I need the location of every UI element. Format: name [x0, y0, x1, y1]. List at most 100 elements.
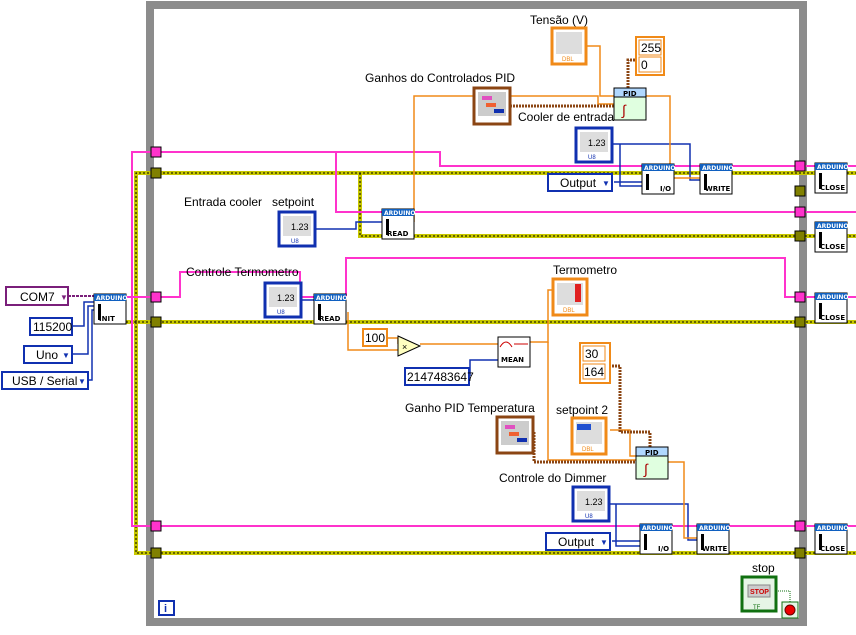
- arduino-header: ARDUINO: [642, 525, 673, 532]
- pid-gains-cluster-control[interactable]: [472, 86, 512, 126]
- arduino-close-node[interactable]: ARDUINO CLOSE: [814, 292, 848, 324]
- label-controle-dimmer: Controle do Dimmer: [499, 471, 606, 485]
- close-label: CLOSE: [820, 243, 845, 251]
- limit-min: 30: [585, 347, 599, 361]
- thermometer-level: [575, 284, 581, 302]
- arduino-write-icon: [704, 174, 707, 190]
- limits-array-1[interactable]: 255 0: [635, 36, 665, 76]
- pid-temperature-gains-cluster-control[interactable]: [495, 415, 535, 455]
- numeric-control-u8[interactable]: 1.23 U8: [571, 485, 611, 523]
- baud-rate-value: 115200: [33, 320, 72, 334]
- arduino-io-node[interactable]: ARDUINO I/O: [641, 163, 675, 195]
- numeric-icon: 1.23: [585, 497, 603, 507]
- arduino-close-node[interactable]: ARDUINO CLOSE: [814, 162, 848, 194]
- bool-wire: [776, 590, 791, 602]
- loop-tunnel: [150, 167, 162, 179]
- multiply-icon: ×: [402, 342, 407, 352]
- info-glyph: i: [164, 603, 167, 615]
- loop-condition-icon[interactable]: [781, 601, 799, 619]
- connection-value: USB / Serial: [12, 374, 77, 388]
- slide-fill: [577, 424, 591, 430]
- chevron-down-icon[interactable]: ▼: [62, 351, 70, 360]
- chevron-down-icon[interactable]: ▼: [600, 538, 608, 547]
- pid-node[interactable]: PID∫: [613, 87, 647, 121]
- multiplier-constant[interactable]: 100: [362, 328, 388, 347]
- setpoint-2-slide-control[interactable]: DBL: [570, 416, 608, 456]
- termometro-indicator[interactable]: DBL: [551, 277, 589, 317]
- arduino-io-node[interactable]: ARDUINO I/O: [639, 523, 673, 555]
- output-mode-value: Output: [558, 535, 595, 549]
- numeric-control-u8[interactable]: 1.23 U8: [263, 281, 303, 319]
- mean-function[interactable]: MEAN: [497, 336, 531, 368]
- label-tensao: Tensão (V): [530, 13, 588, 27]
- tensao-knob-control[interactable]: DBL: [550, 26, 588, 66]
- connection-select[interactable]: USB / Serial ▼: [1, 371, 89, 390]
- label-ganhos-pid: Ganhos do Controlados PID: [365, 71, 515, 85]
- mean-samples-constant[interactable]: 2147483647: [404, 367, 474, 386]
- arduino-read-icon: [386, 219, 389, 235]
- u8-type-label: U8: [277, 310, 285, 316]
- arduino-close-icon: [819, 534, 822, 550]
- mean-samples-value: 2147483647: [407, 370, 474, 384]
- arduino-header: ARDUINO: [316, 295, 347, 302]
- arduino-close-node[interactable]: ARDUINO CLOSE: [814, 221, 848, 253]
- io-label: I/O: [658, 545, 669, 553]
- dbl-type-label: DBL: [563, 308, 575, 314]
- u8-type-label: U8: [291, 239, 299, 245]
- arduino-header: ARDUINO: [817, 294, 848, 301]
- chevron-down-icon[interactable]: ▼: [60, 293, 68, 302]
- arduino-close-icon: [819, 173, 822, 189]
- label-termometro: Termometro: [553, 263, 617, 277]
- loop-tunnel: [150, 520, 162, 532]
- arduino-write-node[interactable]: ARDUINO WRITE: [696, 523, 730, 555]
- dbl-type-label: DBL: [582, 447, 594, 453]
- arduino-write-node[interactable]: ARDUINO WRITE: [699, 163, 733, 195]
- numeric-icon: 1.23: [291, 222, 309, 232]
- info-icon[interactable]: i: [158, 600, 175, 616]
- arduino-close-icon: [819, 232, 822, 248]
- output-mode-enum-1[interactable]: Output ▼: [547, 173, 613, 192]
- arduino-io-icon: [644, 534, 647, 550]
- output-mode-enum-2[interactable]: Output ▼: [545, 532, 611, 551]
- block-diagram: COM7 ▼ 115200 Uno ▼ USB / Serial ▼ ARDUI…: [1, 1, 856, 626]
- loop-tunnel: [794, 520, 806, 532]
- limits-array-2[interactable]: 30 164: [579, 342, 611, 384]
- arduino-header: ARDUINO: [702, 165, 733, 172]
- pid-icon: PID: [645, 449, 659, 457]
- arduino-init-node[interactable]: ARDUINO INIT: [93, 293, 127, 325]
- numeric-control-u8[interactable]: 1.23 U8: [277, 210, 317, 248]
- com-port-control[interactable]: COM7 ▼: [5, 286, 69, 306]
- read-label: READ: [319, 315, 341, 323]
- loop-tunnel: [150, 316, 162, 328]
- multiply-function[interactable]: ×: [397, 335, 422, 357]
- chevron-down-icon[interactable]: ▼: [78, 377, 86, 386]
- arduino-close-node[interactable]: ARDUINO CLOSE: [814, 523, 848, 555]
- com-port-value: COM7: [20, 290, 55, 304]
- loop-tunnel: [150, 291, 162, 303]
- u8-type-label: U8: [588, 155, 596, 161]
- label-entrada-cooler: Entrada cooler: [184, 195, 262, 209]
- arduino-header: ARDUINO: [96, 295, 127, 302]
- loop-tunnel: [794, 230, 806, 242]
- numeric-control-u8[interactable]: 1.23 U8: [574, 126, 614, 164]
- arduino-read-node[interactable]: ARDUINO READ: [313, 293, 347, 325]
- board-select[interactable]: Uno ▼: [23, 345, 73, 364]
- write-label: WRITE: [705, 185, 730, 193]
- loop-tunnel: [150, 146, 162, 158]
- label-setpoint-2: setpoint 2: [556, 403, 608, 417]
- u8-type-label: U8: [585, 514, 593, 520]
- arduino-header: ARDUINO: [817, 525, 848, 532]
- multiplier-value: 100: [365, 331, 385, 345]
- write-label: WRITE: [702, 545, 727, 553]
- dbl-type-label: DBL: [562, 57, 574, 63]
- stop-button-terminal[interactable]: STOP TF: [740, 575, 778, 613]
- label-setpoint: setpoint: [272, 195, 315, 209]
- pid-node[interactable]: PID∫: [635, 446, 669, 480]
- pid-icon: PID: [623, 90, 637, 98]
- close-label: CLOSE: [820, 314, 845, 322]
- baud-rate-constant[interactable]: 115200: [29, 317, 73, 336]
- arduino-read-node[interactable]: ARDUINO READ: [381, 208, 415, 240]
- loop-tunnel: [794, 316, 806, 328]
- label-controle-termometro: Controle Termometro: [186, 265, 299, 279]
- chevron-down-icon[interactable]: ▼: [602, 179, 610, 188]
